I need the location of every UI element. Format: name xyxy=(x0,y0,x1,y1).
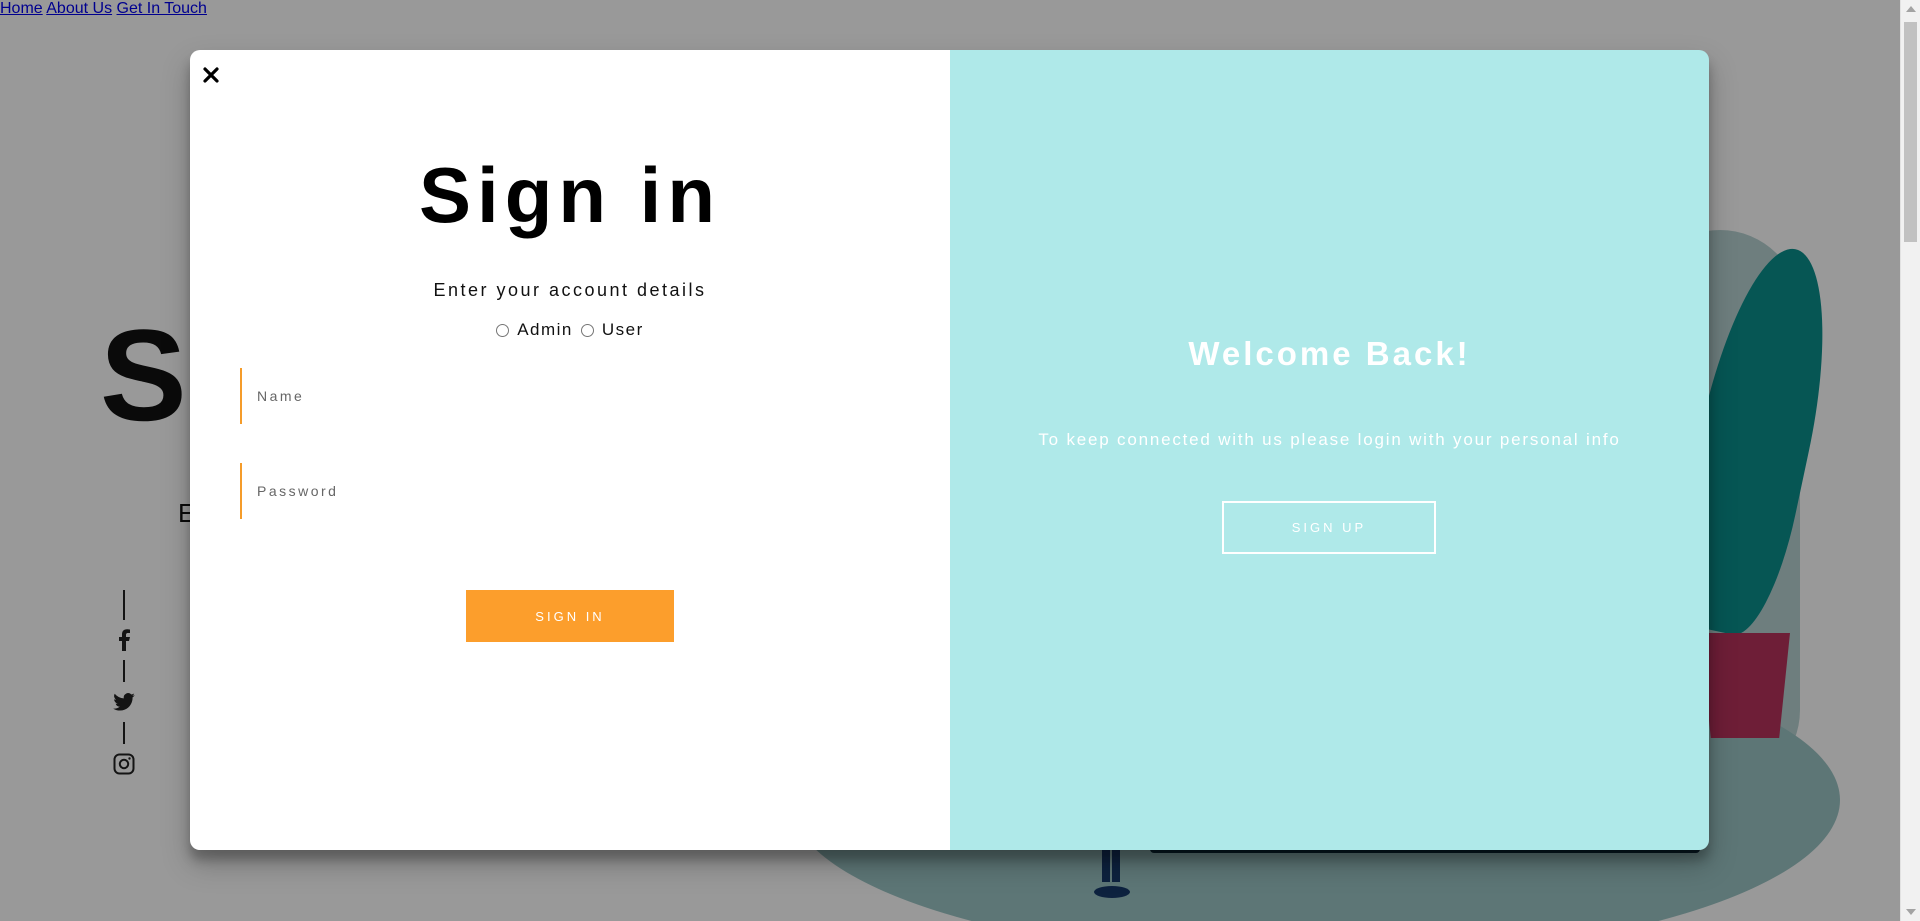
welcome-subtitle: To keep connected with us please login w… xyxy=(1038,430,1621,449)
signin-subtitle: Enter your account details xyxy=(433,280,707,300)
signup-button[interactable]: SIGN UP xyxy=(1222,501,1436,554)
signin-title: Sign in xyxy=(419,151,721,239)
welcome-panel: Welcome Back! To keep connected with us … xyxy=(950,50,1709,850)
admin-radio[interactable] xyxy=(496,323,510,337)
scrollbar-thumb[interactable] xyxy=(1904,22,1917,242)
password-input[interactable] xyxy=(240,463,900,519)
signin-panel: Sign in Enter your account details Admin… xyxy=(190,50,950,850)
scroll-up-arrow-icon[interactable] xyxy=(1906,6,1916,12)
role-selector: Admin User xyxy=(190,320,950,340)
name-input[interactable] xyxy=(240,368,900,424)
vertical-scrollbar[interactable] xyxy=(1900,0,1920,921)
signin-button[interactable]: SIGN IN xyxy=(466,590,674,642)
scroll-down-arrow-icon[interactable] xyxy=(1906,909,1916,915)
admin-label: Admin xyxy=(517,320,573,339)
close-button[interactable] xyxy=(200,64,222,86)
auth-modal: Sign in Enter your account details Admin… xyxy=(190,50,1709,850)
close-icon xyxy=(203,67,219,83)
role-admin-option[interactable]: Admin xyxy=(496,320,573,340)
welcome-title: Welcome Back! xyxy=(1188,335,1471,372)
user-radio[interactable] xyxy=(580,323,594,337)
role-user-option[interactable]: User xyxy=(580,320,644,340)
user-label: User xyxy=(601,320,644,339)
